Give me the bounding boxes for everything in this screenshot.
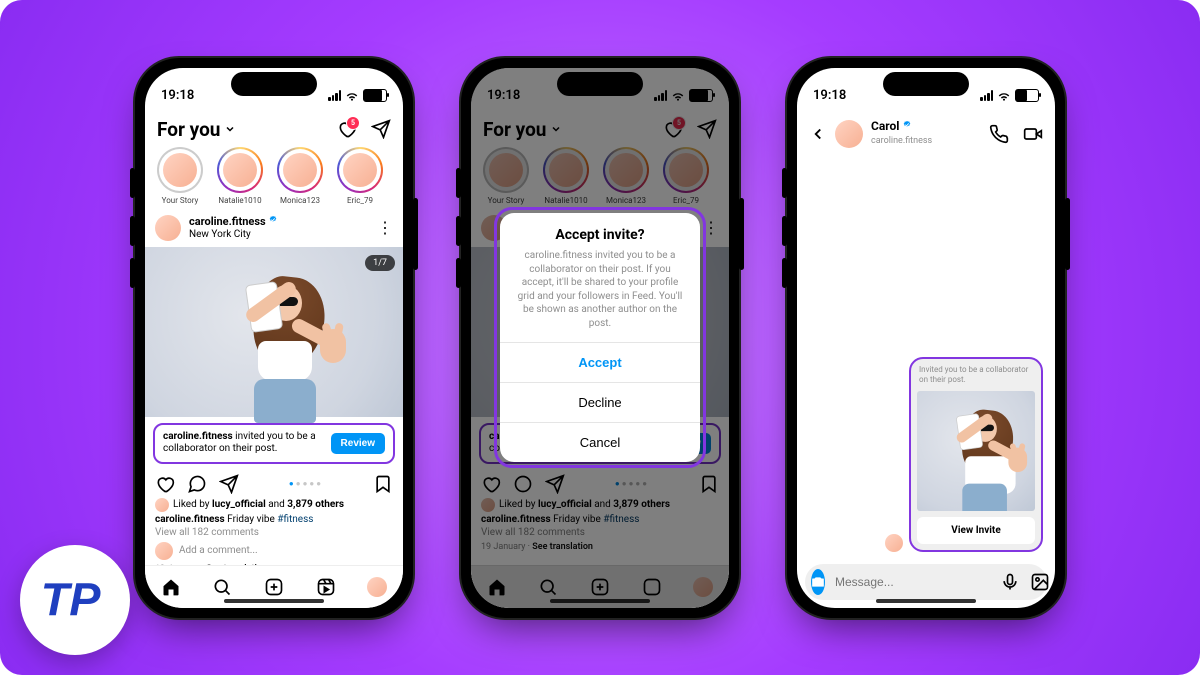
post-location: New York City <box>189 229 251 240</box>
notch <box>883 72 969 96</box>
messages-button[interactable] <box>371 119 391 139</box>
stories-tray[interactable]: Your Story Natalie1010 Monica123 Eric_79 <box>145 147 403 209</box>
collab-invite-banner: caroline.fitness invited you to be a col… <box>153 423 395 464</box>
mic-button[interactable] <box>1000 572 1020 592</box>
modal-overlay[interactable]: Accept invite? caroline.fitness invited … <box>471 68 729 608</box>
story-label: Natalie1010 <box>218 196 261 205</box>
hashtag[interactable]: #fitness <box>277 514 313 525</box>
post-actions: ●●●●● <box>145 470 403 496</box>
nav-reels[interactable] <box>316 577 336 597</box>
card-text: Invited you to be a collaborator on thei… <box>911 359 1041 390</box>
accept-button[interactable]: Accept <box>500 342 700 382</box>
avatar[interactable] <box>835 120 863 148</box>
avatar <box>155 498 169 512</box>
audio-call-button[interactable] <box>989 124 1009 144</box>
phone-feed: 19:18 For you 5 <box>133 56 415 620</box>
likes-row[interactable]: Liked by lucy_official and 3,879 others <box>155 498 393 512</box>
dialog-body: caroline.fitness invited you to be a col… <box>514 249 686 330</box>
post-header[interactable]: caroline.fitness New York City ⋮ <box>145 209 403 247</box>
accept-invite-dialog: Accept invite? caroline.fitness invited … <box>500 213 700 462</box>
camera-button[interactable] <box>811 569 825 595</box>
video-call-button[interactable] <box>1023 124 1043 144</box>
carousel-dots: ●●●●● <box>239 479 373 488</box>
home-indicator <box>224 599 324 603</box>
photo-subject <box>214 257 334 417</box>
chevron-down-icon <box>224 123 236 135</box>
caption: caroline.fitness Friday vibe #fitness <box>155 514 393 525</box>
post-username: caroline.fitness <box>189 215 266 228</box>
like-button[interactable] <box>155 474 175 494</box>
home-indicator <box>876 599 976 603</box>
status-time: 19:18 <box>161 88 194 103</box>
screen-feed: 19:18 For you 5 <box>145 68 403 608</box>
post-meta: Liked by lucy_official and 3,879 others … <box>145 498 403 574</box>
nav-home[interactable] <box>161 577 181 597</box>
story-item[interactable]: Eric_79 <box>335 147 385 205</box>
notch <box>231 72 317 96</box>
cancel-button[interactable]: Cancel <box>500 422 700 462</box>
signal-icon <box>980 90 993 101</box>
top-bar: For you 5 <box>145 114 403 147</box>
stage: 19:18 For you 5 <box>0 0 1200 675</box>
story-label: Your Story <box>162 196 199 205</box>
view-invite-button[interactable]: View Invite <box>917 517 1035 544</box>
notifications-button[interactable]: 5 <box>337 119 357 139</box>
add-comment-placeholder: Add a comment... <box>179 545 258 556</box>
card-image <box>917 391 1035 511</box>
story-label: Eric_79 <box>347 196 373 205</box>
notch <box>557 72 643 96</box>
send-icon <box>371 119 391 139</box>
message-input[interactable] <box>833 574 992 590</box>
nav-search[interactable] <box>212 577 232 597</box>
dialog-title: Accept invite? <box>510 227 690 243</box>
back-button[interactable] <box>809 125 827 143</box>
post-image[interactable]: 1/7 <box>145 247 403 417</box>
avatar <box>155 215 181 241</box>
comment-button[interactable] <box>187 474 207 494</box>
story-item[interactable]: Monica123 <box>275 147 325 205</box>
dm-name: Carol <box>871 119 899 133</box>
collab-invite-card[interactable]: Invited you to be a collaborator on thei… <box>909 357 1043 551</box>
feed-tab-label: For you <box>157 118 220 141</box>
phone-dm: 19:18 Carol caroline.fitness <box>785 56 1067 620</box>
message-composer <box>805 564 1047 600</box>
add-comment-row[interactable]: Add a comment... <box>155 542 393 560</box>
feed-tab-selector[interactable]: For you <box>157 118 236 141</box>
dialog-highlight: Accept invite? caroline.fitness invited … <box>494 207 706 468</box>
verified-icon <box>268 215 278 225</box>
signal-icon <box>328 90 341 101</box>
nav-profile[interactable] <box>367 577 387 597</box>
phone-dialog: 19:18 For you5 Your StoryNatalie1010Moni… <box>459 56 741 620</box>
notif-badge: 5 <box>346 116 360 130</box>
battery-icon <box>1015 89 1039 102</box>
gallery-button[interactable] <box>1030 572 1050 592</box>
screen-dialog: 19:18 For you5 Your StoryNatalie1010Moni… <box>471 68 729 608</box>
avatar <box>155 542 173 560</box>
review-button[interactable]: Review <box>331 433 385 454</box>
wifi-icon <box>345 89 359 103</box>
wifi-icon <box>997 89 1011 103</box>
carousel-counter: 1/7 <box>365 255 395 271</box>
nav-new-post[interactable] <box>264 577 284 597</box>
dm-header: Carol caroline.fitness <box>797 114 1055 154</box>
save-button[interactable] <box>373 474 393 494</box>
dm-user-link[interactable]: Carol caroline.fitness <box>871 120 932 146</box>
invite-text: caroline.fitness invited you to be a col… <box>163 431 323 456</box>
story-item[interactable]: Natalie1010 <box>215 147 265 205</box>
view-comments-link[interactable]: View all 182 comments <box>155 527 393 538</box>
screen-dm: 19:18 Carol caroline.fitness <box>797 68 1055 608</box>
dm-body: Invited you to be a collaborator on thei… <box>797 154 1055 558</box>
battery-icon <box>363 89 387 102</box>
verified-icon <box>902 120 912 130</box>
brand-logo: TP <box>20 545 130 655</box>
story-label: Monica123 <box>280 196 320 205</box>
dm-handle: caroline.fitness <box>871 136 932 146</box>
camera-icon <box>811 575 825 589</box>
avatar <box>885 534 903 552</box>
share-button[interactable] <box>219 474 239 494</box>
svg-text:TP: TP <box>41 574 102 626</box>
status-time: 19:18 <box>813 88 846 103</box>
decline-button[interactable]: Decline <box>500 382 700 422</box>
story-item[interactable]: Your Story <box>155 147 205 205</box>
